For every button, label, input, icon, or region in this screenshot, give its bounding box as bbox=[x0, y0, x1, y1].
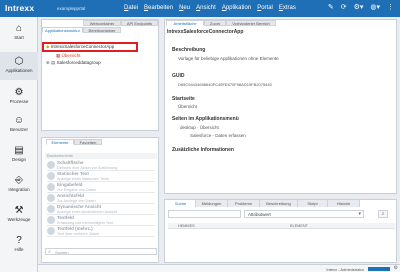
settings-icon[interactable]: ⚙▾ bbox=[354, 3, 364, 11]
progress-bar bbox=[368, 267, 390, 271]
tab-beschreibung[interactable]: Beschreibung bbox=[260, 200, 298, 207]
tab-meldungen[interactable]: Meldungen bbox=[196, 200, 228, 207]
properties-panel bbox=[164, 19, 397, 194]
tools-icon: ⚒ bbox=[14, 205, 24, 216]
status-bar: Intexx - Administrator ⚙ bbox=[38, 264, 400, 272]
search-input[interactable] bbox=[168, 210, 241, 218]
sidebar-item-applications[interactable]: ⬡ Applikationen bbox=[0, 52, 38, 80]
search-icon: ⌕ bbox=[48, 249, 51, 255]
tab-applikationsstruktur[interactable]: Applikationsstruktur bbox=[42, 27, 83, 33]
input-icon bbox=[47, 183, 55, 191]
integration-icon: ⎆ bbox=[15, 175, 23, 186]
button-icon bbox=[47, 161, 55, 169]
menu-extras[interactable]: Extras bbox=[279, 5, 296, 11]
tree-item-uebersicht[interactable]: ▦ Übersicht bbox=[56, 53, 81, 59]
app-logo: Intrexx bbox=[5, 3, 35, 13]
tree-item-datagroup[interactable]: ⊕ ▤ Salesforceddatagroup bbox=[46, 60, 101, 66]
sidebar-item-design[interactable]: ▤ Design bbox=[0, 145, 38, 162]
startseite-value: Übersicht bbox=[178, 104, 198, 109]
element-item[interactable]: Textfeld Erfassung von mehrzeiligem Text bbox=[47, 215, 155, 226]
view-icon bbox=[47, 194, 55, 202]
home-icon: ⌂ bbox=[15, 23, 23, 34]
tab-suche[interactable]: Suche bbox=[166, 200, 196, 207]
element-item[interactable]: Statischer Text Anzeige eines statischen… bbox=[47, 171, 155, 182]
design-icon: ▤ bbox=[14, 145, 24, 156]
portal-name: examplepprtal bbox=[57, 6, 86, 11]
menu-datei[interactable]: Datei bbox=[124, 5, 138, 11]
app-icon: ◆ bbox=[46, 44, 50, 49]
sidebar-item-werkzeuge[interactable]: ⚒ Werkzeuge bbox=[0, 205, 38, 222]
status-user: Intexx - Administrator bbox=[326, 266, 364, 272]
tab-api-endpoints[interactable]: API Endpoints bbox=[121, 20, 158, 26]
column-header: ELEMENT bbox=[290, 224, 308, 228]
menu-bar: Datei Bearbeiten Neu Ansicht Applikation… bbox=[124, 5, 296, 11]
sidebar-item-hilfe[interactable]: ? Hilfe bbox=[0, 235, 38, 252]
top-icons: ✎ ⟳ ⚙▾ ◍▾ ⋮ bbox=[328, 3, 394, 11]
zusatz-heading: Zusätzliche Informationen bbox=[172, 147, 234, 153]
element-item[interactable]: Textfeld (mehrz.) Text über mehrere Zeil… bbox=[47, 226, 155, 237]
results-header: HEMMES ELEMENT bbox=[168, 223, 395, 229]
tab-favoriten[interactable]: Favoriten bbox=[74, 139, 102, 145]
sidebar-item-start[interactable]: ⌂ Start bbox=[0, 23, 38, 40]
applications-icon: ⬡ bbox=[14, 56, 24, 67]
more-icon[interactable]: ⋮ bbox=[387, 3, 394, 11]
text-icon bbox=[47, 172, 55, 180]
element-item[interactable]: Ansichtsfeld Zur Anzeige von Daten bbox=[47, 193, 155, 204]
elements-group-header: Basiselemente bbox=[45, 153, 157, 159]
textarea-icon bbox=[47, 227, 55, 235]
globe-icon[interactable]: ◍▾ bbox=[370, 3, 380, 11]
chevron-down-icon: ▾ bbox=[358, 211, 361, 217]
menu-applikation[interactable]: Applikation bbox=[222, 5, 251, 11]
page-icon: ▦ bbox=[56, 53, 61, 58]
tab-elemente[interactable]: Elemente bbox=[46, 139, 74, 145]
help-icon: ? bbox=[16, 235, 22, 246]
sidebar-item-benutzer[interactable]: ☺ Benutzer bbox=[0, 115, 38, 132]
search-button[interactable]: ⌕ bbox=[378, 210, 388, 218]
attribute-select[interactable]: Attributwert ▾ bbox=[244, 210, 364, 218]
tree-item-app-label: ◆ IntrexxSalesforceConnectorApp bbox=[46, 44, 115, 49]
datagroup-icon: ▤ bbox=[51, 60, 56, 65]
element-item[interactable]: Schaltfläche Definiert eine Aktion zur A… bbox=[47, 160, 155, 171]
search-panel bbox=[164, 199, 397, 263]
column-header: HEMMES bbox=[178, 224, 195, 228]
tab-bereitcontainer[interactable]: Bereitcontainer bbox=[83, 27, 121, 33]
sidebar-item-integration[interactable]: ⎆ Integration bbox=[0, 175, 38, 192]
beschreibung-heading: Beschreibung bbox=[172, 47, 206, 53]
element-item[interactable]: Dynamische Ansicht Anzeige einer dynamis… bbox=[47, 204, 155, 215]
guid-heading: GUID bbox=[172, 73, 185, 79]
textfield-icon bbox=[47, 216, 55, 224]
menu-portal[interactable]: Portal bbox=[257, 5, 273, 11]
search-icon: ⌕ bbox=[381, 211, 385, 217]
tab-historie[interactable]: Historie bbox=[328, 200, 360, 207]
seiten-item: Salesforce - Daten erfassen bbox=[190, 133, 246, 138]
expand-icon: ⊕ bbox=[46, 60, 50, 65]
sidebar: ⌂ Start ⬡ Applikationen ⚙ Prozesse ☺ Ben… bbox=[0, 17, 38, 272]
tab-skript[interactable]: Skript bbox=[298, 200, 328, 207]
sidebar-item-prozesse[interactable]: ⚙ Prozesse bbox=[0, 87, 38, 104]
elements-search[interactable]: ⌕ Suchen bbox=[45, 248, 157, 255]
tab-probleme[interactable]: Probleme bbox=[228, 200, 260, 207]
tab-webcontainer[interactable]: Webcontainer bbox=[83, 20, 121, 26]
tree-panel bbox=[41, 19, 159, 131]
user-icon: ☺ bbox=[13, 115, 25, 126]
menu-bearbeiten[interactable]: Bearbeiten bbox=[144, 5, 173, 11]
menu-ansicht[interactable]: Ansicht bbox=[196, 5, 216, 11]
dynamic-view-icon bbox=[47, 205, 55, 213]
seiten-heading: Seiten im Applikationsmenü bbox=[172, 116, 239, 122]
process-icon: ⚙ bbox=[14, 87, 24, 98]
tab-arbeitsflaeche[interactable]: Arbeitsfläche bbox=[166, 20, 204, 26]
guid-value: D65C94434698640FC45FE670F98AD19FB2075440 bbox=[178, 82, 272, 87]
element-item[interactable]: Eingabefeld Zur Eingabe von Daten bbox=[47, 182, 155, 193]
tab-zoom[interactable]: Zoom bbox=[204, 20, 226, 26]
startseite-heading: Startseite bbox=[172, 96, 195, 102]
settings-icon[interactable]: ⚙ bbox=[394, 265, 398, 271]
edit-icon[interactable]: ✎ bbox=[328, 3, 334, 11]
seiten-item: desktop · Übersicht bbox=[180, 125, 219, 130]
beschreibung-value: Vorlage für beliebige Applikationen ohne… bbox=[178, 56, 279, 61]
menu-neu[interactable]: Neu bbox=[179, 5, 190, 11]
refresh-icon[interactable]: ⟳ bbox=[341, 3, 347, 11]
app-title: IntrexxSalesforceConnectorApp bbox=[167, 29, 244, 35]
tab-vorhandener-bereich[interactable]: Vorhandener Bereich bbox=[226, 20, 276, 26]
top-bar: Intrexx examplepprtal Datei Bearbeiten N… bbox=[0, 0, 400, 17]
